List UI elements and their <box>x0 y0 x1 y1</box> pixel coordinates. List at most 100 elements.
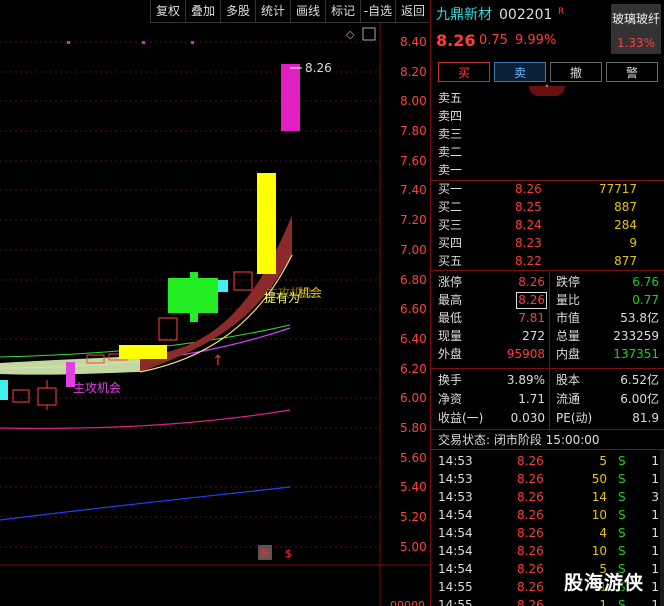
price-tick: 8.00 <box>400 94 427 108</box>
stat-label: 股本 <box>556 373 581 387</box>
tick-count: 1 <box>651 472 659 486</box>
stat-value: 81.9 <box>632 411 659 425</box>
candle <box>0 380 8 400</box>
limit-up-marker: 涨 <box>259 547 270 560</box>
toolbar-draw[interactable]: 画线 <box>290 0 325 22</box>
up-arrow-icon: ↑ <box>212 353 224 369</box>
bid-volume: 77717 <box>598 182 637 196</box>
price-tick: 6.20 <box>400 362 427 376</box>
toolbar-multi[interactable]: 多股 <box>220 0 255 22</box>
kline-chart[interactable]: 8.40 8.20 8.00 7.80 7.60 7.40 7.20 7.00 … <box>0 0 430 606</box>
price-tick: 5.00 <box>400 540 427 554</box>
tick-price: 8.26 <box>517 490 544 504</box>
stat-label: 现量 <box>438 329 463 343</box>
stat-value: 272 <box>522 329 545 343</box>
sector-name: 玻璃玻纤 <box>611 12 660 26</box>
bid-label: 买一 <box>438 182 463 196</box>
stat-label: 市值 <box>556 311 581 325</box>
candle <box>190 272 198 322</box>
tick-count: 1 <box>651 526 659 540</box>
price-tick: 8.40 <box>400 35 427 49</box>
candle <box>281 64 300 131</box>
tick-time: 14:55 <box>438 580 473 594</box>
bid-price: 8.22 <box>515 254 542 268</box>
last-price: 8.26 <box>436 31 476 50</box>
stat-value: 233259 <box>613 329 659 343</box>
bid-row: 买五 8.22 877 <box>431 252 664 270</box>
expand-toggle[interactable] <box>362 27 376 41</box>
tick-time: 14:54 <box>438 544 473 558</box>
tick-volume: 10 <box>591 544 607 558</box>
tick-scrollbar[interactable] <box>660 450 664 606</box>
tick-count: 1 <box>651 598 659 606</box>
tick-time: 14:54 <box>438 508 473 522</box>
toolbar-stats[interactable]: 统计 <box>255 0 290 22</box>
ma-mid-pink <box>0 409 291 430</box>
toolbar-fuquan[interactable]: 复权 <box>150 0 185 22</box>
candle <box>218 280 228 292</box>
toolbar-overlay[interactable]: 叠加 <box>185 0 220 22</box>
ask-level-label: 卖五 <box>438 91 463 105</box>
stock-code: 002201 <box>499 7 553 23</box>
candle <box>12 389 30 403</box>
signal-label: 主攻机会 <box>73 381 121 395</box>
tick-row: 14:53 8.26 5 S 1 <box>431 452 664 470</box>
tick-side: S <box>618 472 626 486</box>
candle <box>233 271 253 291</box>
tick-time: 14:55 <box>438 598 473 606</box>
price-tick: 7.20 <box>400 213 427 227</box>
tick-time: 14:54 <box>438 526 473 540</box>
price-tick: 8.20 <box>400 65 427 79</box>
price-tick: 5.40 <box>400 480 427 494</box>
tick-row: 14:53 8.26 50 S 1 <box>431 470 664 488</box>
sell-button[interactable]: 卖 <box>494 62 546 82</box>
stat-value: 6.76 <box>632 275 659 289</box>
stat-value: 53.8亿 <box>620 311 659 325</box>
stock-name: 九鼎新材 <box>436 7 492 23</box>
stat-value: 0.030 <box>510 411 545 425</box>
dollar-marker: $ <box>285 547 292 560</box>
stat-label: 流通 <box>556 392 581 406</box>
stat-label: 收益(一) <box>438 411 484 425</box>
tick-price: 8.26 <box>517 526 544 540</box>
trade-status: 交易状态: 闭市阶段 15:00:00 <box>438 433 600 447</box>
cancel-button[interactable]: 撤 <box>550 62 602 82</box>
stock-flag: R <box>558 7 565 17</box>
tick-side: S <box>618 598 626 606</box>
price-tick: 6.60 <box>400 302 427 316</box>
stat-value: 95908 <box>506 347 545 361</box>
bid-row: 买四 8.23 9 <box>431 234 664 252</box>
stat-label: 最低 <box>438 311 463 325</box>
price-tick: 7.60 <box>400 154 427 168</box>
stat-value: 8.26 <box>516 292 547 309</box>
bid-price: 8.25 <box>515 200 542 214</box>
ma-long-blue <box>0 486 291 521</box>
toolbar-back[interactable]: 返回 <box>395 0 430 22</box>
alert-button[interactable]: 警 <box>606 62 658 82</box>
stat-label: 外盘 <box>438 347 463 361</box>
stat-value: 6.52亿 <box>620 373 659 387</box>
price-change: 0.75 <box>479 33 508 48</box>
tick-row: 14:54 8.26 10 S 1 <box>431 506 664 524</box>
toolbar-mark[interactable]: 标记 <box>325 0 360 22</box>
price-tick: 7.00 <box>400 243 427 257</box>
diamond-icon[interactable]: ◇ <box>346 28 355 41</box>
bid-label: 买二 <box>438 200 463 214</box>
stat-label: 量比 <box>556 293 581 307</box>
buy-button[interactable]: 买 <box>438 62 490 82</box>
price-change-pct: 9.99% <box>515 33 557 48</box>
candle <box>158 317 178 341</box>
stat-label: 跌停 <box>556 275 581 289</box>
bid-volume: 9 <box>629 236 637 250</box>
price-tick: 5.60 <box>400 451 427 465</box>
bid-volume: 877 <box>614 254 637 268</box>
stat-label: 换手 <box>438 373 463 387</box>
stat-value: 137351 <box>613 347 659 361</box>
stat-value: 0.77 <box>632 293 659 307</box>
tick-count: 1 <box>651 508 659 522</box>
price-tick: 7.40 <box>400 183 427 197</box>
toolbar-watchlist[interactable]: -自选 <box>360 0 395 22</box>
watermark-text: 股海游侠 <box>564 572 645 594</box>
price-tick: 6.00 <box>400 391 427 405</box>
stat-value: 7.81 <box>518 311 545 325</box>
